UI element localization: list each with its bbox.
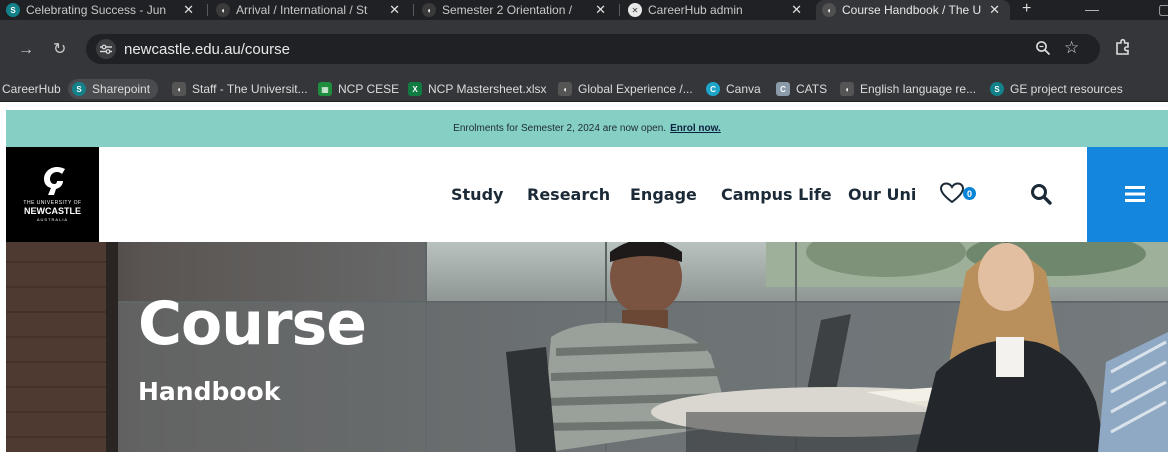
cats-icon: C (776, 82, 790, 96)
extensions-icon[interactable] (1114, 38, 1132, 61)
favourites-heart-icon[interactable] (939, 182, 965, 209)
tab-course-handbook[interactable]: ◖ Course Handbook / The U ✕ (816, 0, 1010, 20)
tab-semester-2-orientation[interactable]: ◖ Semester 2 Orientation / ✕ (416, 0, 616, 20)
enrol-now-link[interactable]: Enrol now. (670, 123, 721, 134)
newcastle-icon: ◖ (822, 3, 836, 17)
enrolment-banner: Enrolments for Semester 2, 2024 are now … (6, 110, 1168, 147)
url-text[interactable]: newcastle.edu.au/course (124, 41, 290, 58)
university-logo[interactable]: THE UNIVERSITY OF NEWCASTLE AUSTRALIA (6, 147, 99, 242)
hero-title: Course (138, 289, 367, 359)
canva-icon: C (706, 82, 720, 96)
restore-icon[interactable]: ▢ (1158, 0, 1168, 18)
tab-separator (207, 4, 208, 16)
tab-careerhub-admin[interactable]: ✕ CareerHub admin ✕ (622, 0, 812, 20)
forward-icon[interactable]: → (18, 42, 34, 58)
close-icon[interactable]: ✕ (389, 2, 400, 18)
tab-celebrating-success[interactable]: S Celebrating Success - Jun ✕ (0, 0, 204, 20)
minimize-icon[interactable]: — (1085, 0, 1099, 18)
nav-our-uni[interactable]: Our Uni (848, 185, 916, 204)
careerhub-icon: ✕ (628, 3, 642, 17)
logo-line-3: AUSTRALIA (36, 217, 69, 222)
newcastle-icon: ◖ (422, 3, 436, 17)
sheets-icon: ▦ (318, 82, 332, 96)
bookmark-ncp-mastersheet[interactable]: X NCP Mastersheet.xlsx (408, 79, 546, 99)
newcastle-icon: ◖ (216, 3, 230, 17)
logo-line-2: NEWCASTLE (24, 206, 81, 216)
search-icon[interactable] (1030, 183, 1052, 210)
new-tab-button[interactable]: + (1022, 0, 1031, 18)
tab-separator (413, 4, 414, 16)
favourites-count-badge: 0 (963, 187, 976, 200)
tab-separator (619, 4, 620, 16)
bookmark-staff-university[interactable]: ◖ Staff - The Universit... (172, 79, 308, 99)
bookmark-careerhub[interactable]: CareerHub (2, 79, 61, 99)
nav-engage[interactable]: Engage (630, 185, 697, 204)
bookmark-canva[interactable]: C Canva (706, 79, 761, 99)
nav-campus-life[interactable]: Campus Life (721, 185, 832, 204)
bookmark-sharepoint[interactable]: S Sharepoint (68, 79, 159, 99)
banner-text: Enrolments for Semester 2, 2024 are now … (453, 123, 667, 134)
excel-icon: X (408, 82, 422, 96)
close-icon[interactable]: ✕ (791, 2, 802, 18)
hero-subtitle: Handbook (138, 377, 281, 406)
zoom-icon[interactable] (1035, 40, 1051, 61)
bookmark-ge-project-resources[interactable]: S GE project resources (990, 79, 1123, 99)
reload-icon[interactable]: ↻ (53, 42, 66, 58)
newcastle-icon: ◖ (172, 82, 186, 96)
newcastle-icon: ◖ (558, 82, 572, 96)
close-icon[interactable]: ✕ (595, 2, 606, 18)
site-settings-icon[interactable] (96, 39, 116, 59)
bookmark-star-icon[interactable]: ☆ (1064, 38, 1079, 58)
newcastle-icon: ◖ (840, 82, 854, 96)
sharepoint-icon: S (6, 3, 20, 17)
sharepoint-icon: S (72, 82, 86, 96)
bookmark-ncp-cese[interactable]: ▦ NCP CESE (318, 79, 399, 99)
nav-study[interactable]: Study (451, 185, 503, 204)
browser-tab-strip: S Celebrating Success - Jun ✕ ◖ Arrival … (0, 0, 1168, 20)
nav-research[interactable]: Research (527, 185, 610, 204)
hamburger-icon (1125, 186, 1145, 202)
sharepoint-icon: S (990, 82, 1004, 96)
seahorse-logo-icon (44, 167, 65, 195)
close-icon[interactable]: ✕ (989, 2, 1000, 18)
bookmark-english-language[interactable]: ◖ English language re... (840, 79, 976, 99)
bookmark-cats[interactable]: C CATS (776, 79, 827, 99)
tab-arrival-international[interactable]: ◖ Arrival / International / St ✕ (210, 0, 410, 20)
menu-button[interactable] (1087, 147, 1168, 242)
close-icon[interactable]: ✕ (183, 2, 194, 18)
bookmark-global-experience[interactable]: ◖ Global Experience /... (558, 79, 693, 99)
